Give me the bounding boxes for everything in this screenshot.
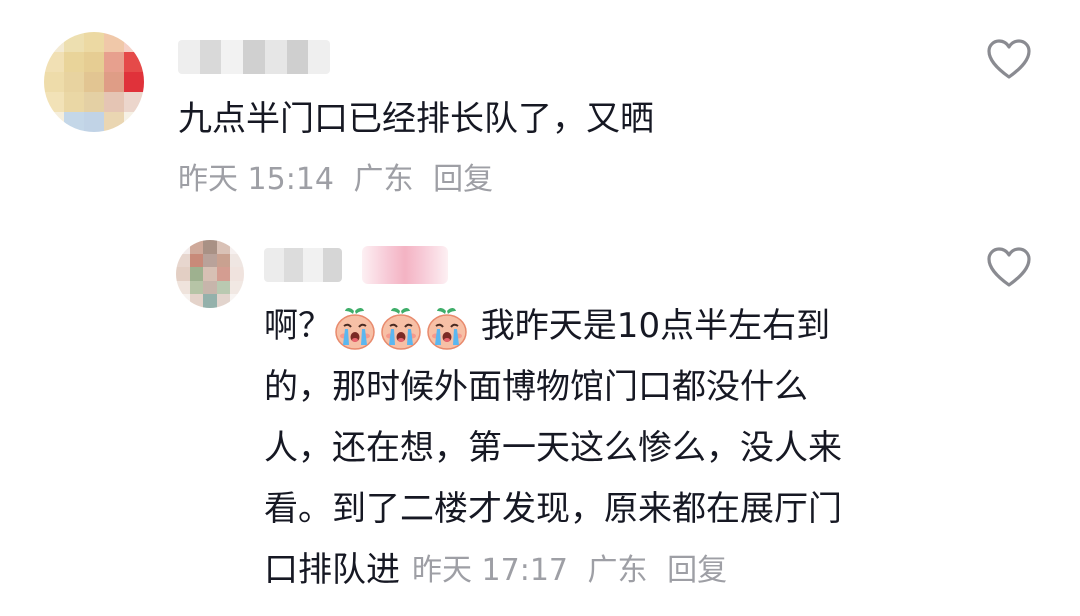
username-blur-cell <box>322 248 342 282</box>
crying-emoji <box>332 296 378 350</box>
avatar-pixel <box>84 112 104 132</box>
avatar-pixel <box>176 240 190 254</box>
reply-avatar[interactable] <box>176 240 244 308</box>
avatar-pixel <box>44 32 64 52</box>
avatar-pixel <box>230 253 244 268</box>
avatar-pixel <box>104 72 124 92</box>
avatar-pixel <box>84 72 104 92</box>
avatar-pixel <box>189 253 204 268</box>
reply-text: 啊？ 我昨天是10点半左右到 的，那时候外面博物馆门口都没什么 人，还在想，第一… <box>264 296 944 601</box>
avatar-pixel <box>216 240 231 254</box>
username-blur-cell <box>283 248 303 282</box>
avatar-pixel <box>203 253 217 268</box>
username-blur-cell <box>286 40 309 74</box>
reply-line-text: 的，那时候外面博物馆门口都没什么 <box>264 367 808 407</box>
avatar-pixel <box>64 72 84 92</box>
avatar-pixel <box>44 72 64 92</box>
username[interactable] <box>178 40 330 74</box>
avatar-pixel <box>176 294 190 308</box>
avatar-pixel <box>203 267 217 281</box>
avatar-pixel <box>104 52 124 72</box>
avatar-pixel <box>216 253 231 268</box>
avatar-pixel <box>64 92 84 112</box>
username-blur-cell <box>303 248 323 282</box>
comment-location: 广东 <box>353 162 414 197</box>
reply-line: 看。到了二楼才发现，原来都在展厅门 <box>264 479 944 540</box>
reply-username[interactable] <box>264 248 342 282</box>
avatar-pixel <box>230 240 244 254</box>
avatar-pixel <box>84 92 104 112</box>
crying-emoji <box>378 296 424 350</box>
username-blur-cell <box>264 248 284 282</box>
comment-text: 九点半门口已经排长队了，又晒 <box>178 99 654 139</box>
avatar-pixel <box>84 52 104 72</box>
reply-button[interactable]: 回复 <box>433 162 493 197</box>
avatar-pixel <box>104 92 124 112</box>
avatar-pixel <box>124 92 144 112</box>
avatar-pixel <box>189 294 204 308</box>
reply-line-text: 啊？ <box>264 306 332 346</box>
avatar-pixel <box>44 52 64 72</box>
avatar-pixel <box>189 267 204 281</box>
avatar-pixel <box>124 32 144 52</box>
comment-meta: 昨天 15:14 广东 回复 <box>178 158 503 202</box>
reply-time: 昨天 17:17 <box>412 553 568 588</box>
heart-outline-icon[interactable] <box>986 246 1032 288</box>
username-blur-cell <box>221 40 244 74</box>
avatar-pixel <box>124 72 144 92</box>
username-blur-cell <box>199 40 222 74</box>
avatar-pixel <box>216 267 231 281</box>
reply-line: 口排队进 昨天 17:17 广东 回复 <box>264 540 944 601</box>
avatar-pixel <box>230 267 244 281</box>
avatar-pixel <box>64 32 84 52</box>
avatar-pixel <box>203 294 217 308</box>
reply-button[interactable]: 回复 <box>667 553 727 588</box>
emoji-group <box>332 296 470 357</box>
reply-line: 啊？ 我昨天是10点半左右到 <box>264 296 944 357</box>
avatar-pixel <box>230 280 244 295</box>
avatar-pixel <box>230 294 244 308</box>
username-blur-cell <box>308 40 330 74</box>
username-blur-cell <box>264 40 287 74</box>
reply-line-text: 口排队进 <box>264 550 400 590</box>
avatar-pixel <box>64 112 84 132</box>
avatar-pixel <box>44 92 64 112</box>
avatar-pixel <box>203 240 217 254</box>
avatar-pixel <box>216 294 231 308</box>
avatar-pixel <box>176 267 190 281</box>
avatar-pixel <box>84 32 104 52</box>
avatar-pixel <box>203 280 217 295</box>
author-badge <box>362 246 448 284</box>
crying-emoji <box>424 296 470 350</box>
avatar-pixel <box>176 253 190 268</box>
avatar-pixel <box>104 112 124 132</box>
username-blur-cell <box>243 40 265 74</box>
reply-line-text: 我昨天是10点半左右到 <box>470 306 831 346</box>
avatar-pixel <box>104 32 124 52</box>
heart-outline-icon[interactable] <box>986 38 1032 80</box>
avatar-pixel <box>176 280 190 295</box>
reply-meta: 昨天 17:17 广东 回复 <box>412 540 737 601</box>
avatar-pixel <box>189 240 204 254</box>
reply-line-text: 人，还在想，第一天这么惨么，没人来 <box>264 428 842 468</box>
avatar[interactable] <box>44 32 144 132</box>
reply-line: 人，还在想，第一天这么惨么，没人来 <box>264 418 944 479</box>
reply-line: 的，那时候外面博物馆门口都没什么 <box>264 357 944 418</box>
comment-time: 昨天 15:14 <box>178 162 334 197</box>
avatar-pixel <box>44 112 64 132</box>
reply-line-text: 看。到了二楼才发现，原来都在展厅门 <box>264 489 842 529</box>
reply-location: 广东 <box>587 553 648 588</box>
avatar-pixel <box>64 52 84 72</box>
username-blur-cell <box>178 40 200 74</box>
avatar-pixel <box>124 112 144 132</box>
avatar-pixel <box>216 280 231 295</box>
avatar-pixel <box>189 280 204 295</box>
avatar-pixel <box>124 52 144 72</box>
